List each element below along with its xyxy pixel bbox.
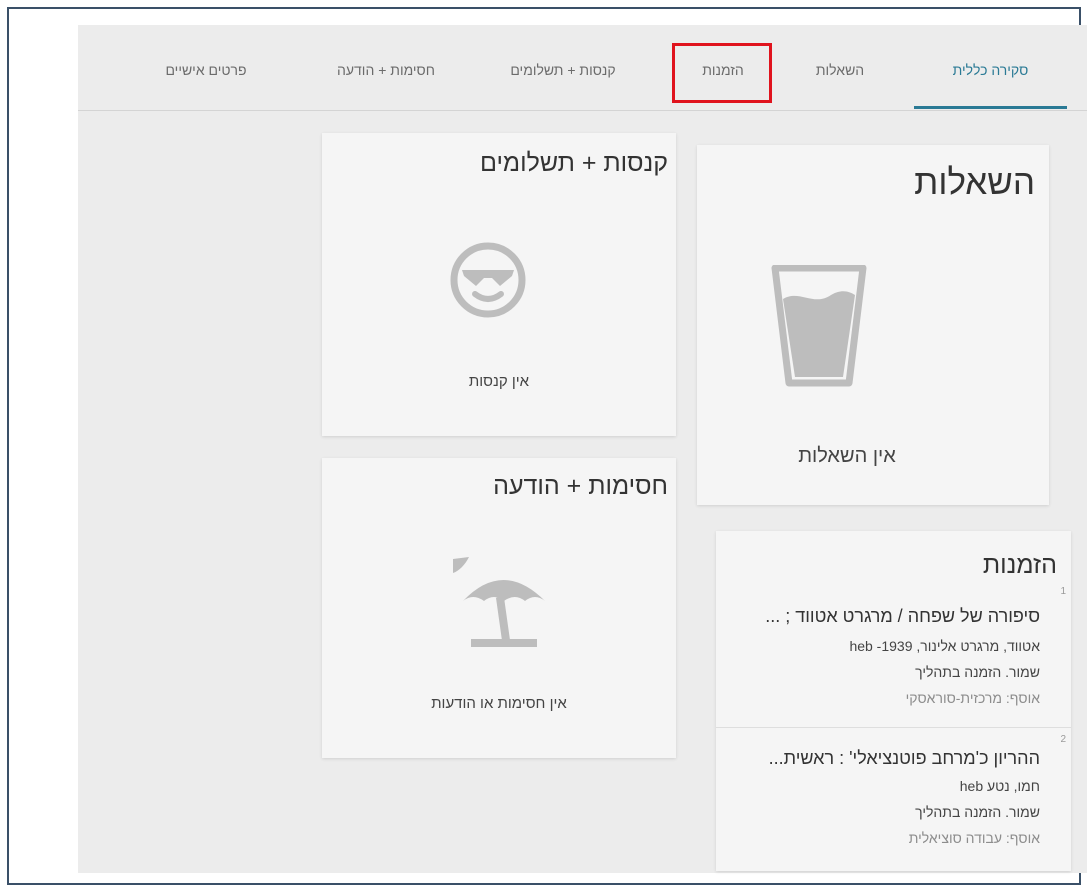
glass-icon [771,265,867,387]
tab-loans[interactable]: השאלות [800,58,880,82]
request-item-2[interactable]: 2 ההריון כ'מרחב פוטנציאלי' : ראשית... חמ… [716,730,1071,870]
request-title[interactable]: ההריון כ'מרחב פוטנציאלי' : ראשית... [769,748,1040,769]
fines-card[interactable]: קנסות + תשלומים אין קנסות [322,133,676,436]
loans-card[interactable]: השאלות אין השאלות [697,145,1049,505]
request-status: שמור. הזמנה בתהליך [915,664,1040,680]
tab-fines[interactable]: קנסות + תשלומים [478,58,648,82]
request-item-1[interactable]: 1 סיפורה של שפחה / מרגרט אטווד ; ... אטו… [716,582,1071,728]
request-number: 2 [1060,734,1066,745]
request-title[interactable]: סיפורה של שפחה / מרגרט אטווד ; ... [765,606,1040,627]
requests-card-title: הזמנות [982,551,1057,579]
loans-empty-text: אין השאלות [798,445,896,467]
request-author: חמו, נטע heb [959,778,1040,794]
highlight-annotation [672,43,772,103]
blocks-card-title: חסימות + הודעה [493,472,668,500]
request-number: 1 [1060,586,1066,597]
active-tab-indicator [914,106,1067,109]
request-collection: אוסף: מרכזית-סוראסקי [905,690,1040,706]
loans-card-title: השאלות [914,163,1035,202]
request-status: שמור. הזמנה בתהליך [915,804,1040,820]
blocks-card[interactable]: חסימות + הודעה אין חסימות או הודעות [322,458,676,758]
fines-empty-text: אין קנסות [468,373,530,390]
request-collection: אוסף: עבודה סוציאלית [908,830,1040,846]
sunglasses-face-icon [450,242,526,318]
beach-umbrella-icon [453,557,545,647]
fines-card-title: קנסות + תשלומים [479,149,668,177]
tab-personal-details[interactable]: פרטים אישיים [136,58,276,82]
blocks-empty-text: אין חסימות או הודעות [431,695,567,712]
tab-blocks[interactable]: חסימות + הודעה [306,58,466,82]
tab-overview[interactable]: סקירה כללית [934,58,1047,82]
request-author: אטווד, מרגרט אלינור, 1939- heb [849,638,1040,654]
